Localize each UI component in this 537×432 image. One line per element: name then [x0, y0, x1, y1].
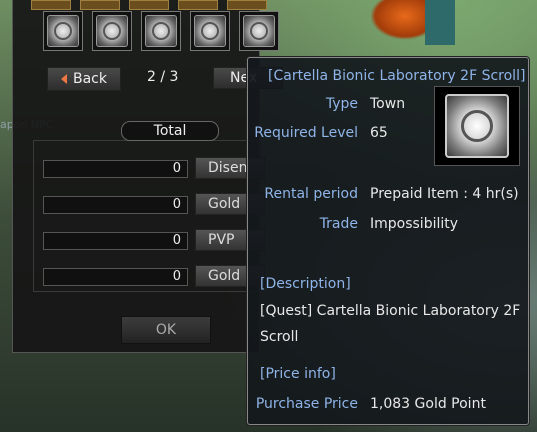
scroll-icon	[47, 15, 79, 47]
arrow-left-icon	[61, 74, 67, 84]
amount-row: 0 Gold	[43, 265, 265, 287]
amount-row: 0 PVP	[43, 229, 265, 251]
item-mall-window: Back 2 / 3 Nex Total 0 Disen 0 Gold 0 PV…	[12, 0, 283, 353]
purchase-price-value: 1,083 Gold Point	[370, 396, 486, 412]
trade-value: Impossibility	[370, 216, 459, 232]
page-indicator: 2 / 3	[147, 69, 179, 85]
item-slot-row	[43, 11, 279, 51]
back-label: Back	[73, 71, 107, 87]
price-info-header: [Price info]	[260, 366, 336, 382]
item-tooltip: [Cartella Bionic Laboratory 2F Scroll] T…	[247, 57, 529, 425]
description-text: [Quest] Cartella Bionic Laboratory 2F Sc…	[260, 303, 521, 345]
item-image	[434, 86, 520, 166]
pager: Back 2 / 3 Nex	[47, 67, 283, 91]
item-slot[interactable]	[141, 11, 181, 51]
amount-field[interactable]: 0	[43, 160, 188, 178]
trade-label: Trade	[319, 216, 358, 232]
slot-tab[interactable]	[80, 0, 120, 10]
amount-field[interactable]: 0	[43, 232, 188, 250]
slot-tab[interactable]	[227, 0, 267, 10]
total-label: Total	[121, 121, 219, 141]
rental-period-value: Prepaid Item : 4 hr(s)	[370, 186, 519, 202]
type-label: Type	[325, 96, 358, 112]
item-slot[interactable]	[239, 11, 279, 51]
pillar-decoration	[425, 0, 455, 45]
scroll-icon	[145, 15, 177, 47]
type-value: Town	[370, 96, 406, 112]
ok-button[interactable]: OK	[121, 316, 211, 344]
slot-tab[interactable]	[129, 0, 169, 10]
amount-row: 0 Gold	[43, 193, 265, 215]
scroll-icon	[243, 15, 275, 47]
required-level-value: 65	[370, 125, 388, 141]
scroll-icon	[445, 94, 509, 158]
required-level-label: Required Level	[254, 125, 358, 141]
amount-field[interactable]: 0	[43, 268, 188, 286]
item-title: [Cartella Bionic Laboratory 2F Scroll]	[268, 68, 526, 84]
slot-tab[interactable]	[178, 0, 218, 10]
slot-tab[interactable]	[31, 0, 71, 10]
rental-period-label: Rental period	[264, 186, 358, 202]
amount-row: 0 Disen	[43, 157, 265, 179]
amount-field[interactable]: 0	[43, 196, 188, 214]
back-button[interactable]: Back	[47, 67, 121, 91]
item-slot[interactable]	[43, 11, 83, 51]
scroll-icon	[194, 15, 226, 47]
slot-tabs	[31, 0, 267, 10]
purchase-price-label: Purchase Price	[255, 396, 358, 412]
description-header: [Description]	[260, 276, 351, 292]
item-slot[interactable]	[190, 11, 230, 51]
item-slot[interactable]	[92, 11, 132, 51]
scroll-icon	[96, 15, 128, 47]
